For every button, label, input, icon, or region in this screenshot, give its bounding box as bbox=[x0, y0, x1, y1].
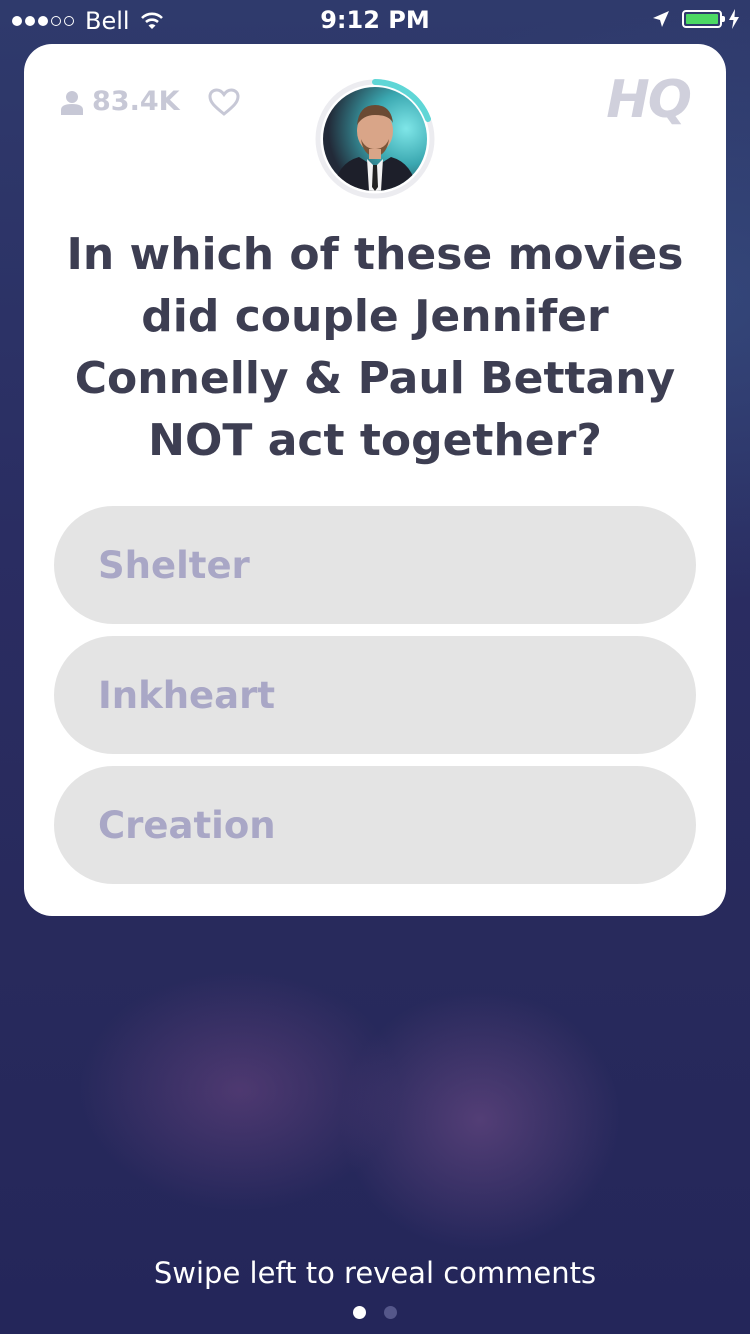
answer-option-2[interactable]: Inkheart bbox=[54, 636, 696, 754]
heart-icon[interactable] bbox=[208, 88, 240, 116]
hq-logo: HQ bbox=[606, 70, 692, 130]
question-text: In which of these movies did couple Jenn… bbox=[66, 229, 684, 466]
swipe-hint: Swipe left to reveal comments bbox=[153, 1256, 597, 1290]
location-arrow-icon bbox=[653, 11, 669, 27]
host-figure-icon bbox=[333, 105, 417, 191]
page-indicator[interactable] bbox=[0, 1306, 750, 1319]
host-avatar bbox=[323, 87, 427, 191]
charging-bolt-icon bbox=[729, 9, 739, 29]
page-dot bbox=[384, 1306, 397, 1319]
answer-option-1[interactable]: Shelter bbox=[54, 506, 696, 624]
answer-option-3[interactable]: Creation bbox=[54, 766, 696, 884]
battery-icon bbox=[682, 10, 725, 28]
host-avatar-timer bbox=[314, 78, 436, 200]
viewer-count: 83.4K bbox=[60, 86, 180, 117]
page-dot-active bbox=[353, 1306, 366, 1319]
answer-label: Inkheart bbox=[98, 673, 276, 717]
status-bar-right bbox=[652, 9, 740, 29]
battery-level bbox=[686, 14, 718, 24]
status-bar: Bell 9:12 PM bbox=[0, 0, 750, 40]
viewer-count-text: 83.4K bbox=[92, 86, 180, 117]
battery-tip bbox=[722, 16, 725, 22]
answer-label: Creation bbox=[98, 803, 276, 847]
person-icon bbox=[61, 90, 83, 115]
status-time: 9:12 PM bbox=[320, 6, 430, 34]
question-card: 83.4K HQ In which of these movies did co… bbox=[24, 44, 726, 916]
answer-label: Shelter bbox=[98, 543, 250, 587]
